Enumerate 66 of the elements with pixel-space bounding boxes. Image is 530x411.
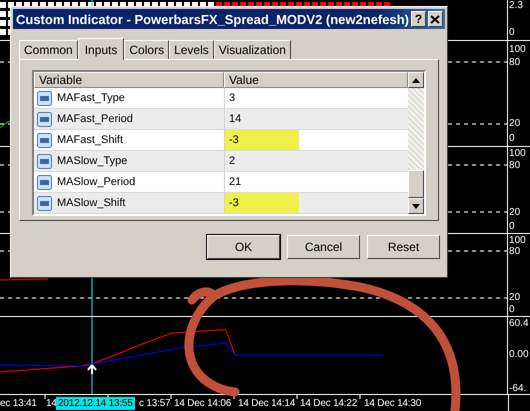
axis-label: 100 xyxy=(509,148,526,160)
parameter-name: MASlow_Type xyxy=(57,155,128,167)
axis-label: 0 xyxy=(509,221,515,233)
up-arrow-icon xyxy=(412,78,420,82)
time-label: ec 13:41 xyxy=(0,397,37,410)
time-label: 14 Dec 14:14 xyxy=(238,397,296,410)
time-label: 2012.12.14 13:55 xyxy=(56,397,135,410)
scroll-down-button[interactable] xyxy=(408,198,424,214)
axis-label: 2.3 xyxy=(509,0,523,12)
close-button[interactable] xyxy=(428,11,443,27)
axis-label: 20 xyxy=(509,118,520,130)
axis-label: 0 xyxy=(509,133,515,145)
close-icon xyxy=(430,14,440,24)
parameter-name: MAFast_Type xyxy=(57,92,125,104)
scrollbar[interactable] xyxy=(408,72,424,214)
axis-label: 0.00 xyxy=(509,349,529,361)
help-button[interactable]: ? xyxy=(410,11,426,27)
parameter-value[interactable]: 14 xyxy=(225,109,299,129)
column-header[interactable]: Variable xyxy=(34,72,224,88)
axis-label: -64. xyxy=(509,383,526,395)
number-icon xyxy=(37,132,52,148)
tab[interactable]: Colors xyxy=(124,40,170,59)
axis-label: 100 xyxy=(509,44,526,56)
axis-label: 60.4 xyxy=(509,318,529,330)
number-icon xyxy=(37,90,52,106)
indicator-line xyxy=(0,278,48,280)
parameter-value[interactable]: -3 xyxy=(225,130,299,150)
parameter-value[interactable]: 2 xyxy=(225,151,299,171)
down-arrow-icon xyxy=(412,204,420,208)
parameter-value[interactable]: 21 xyxy=(225,172,299,192)
number-icon xyxy=(37,112,52,126)
time-label: 14 Dec 14:06 xyxy=(174,397,232,410)
axis-label: 0 xyxy=(509,27,515,39)
axis-label: 80 xyxy=(509,160,520,172)
tab[interactable]: Visualization xyxy=(214,40,291,59)
tab[interactable]: Inputs xyxy=(78,38,124,60)
arrow-up-icon xyxy=(87,364,97,375)
scroll-thumb[interactable] xyxy=(408,170,424,198)
axis-label: 100 xyxy=(509,235,526,247)
number-icon xyxy=(37,174,52,190)
parameter-value[interactable]: 3 xyxy=(225,88,299,108)
scroll-up-button[interactable] xyxy=(408,72,424,88)
axis-label: 0 xyxy=(509,304,515,316)
parameter-name: MAFast_Period xyxy=(57,113,133,125)
parameter-name: MAFast_Shift xyxy=(57,134,124,146)
tab[interactable]: Common xyxy=(19,40,78,59)
parameter-value[interactable]: -3 xyxy=(225,193,299,213)
tab[interactable]: Levels xyxy=(169,40,214,59)
time-label: 14 Dec 14:22 xyxy=(300,397,358,410)
indicator-line xyxy=(0,120,10,128)
axis-label: 20 xyxy=(509,207,520,219)
axis-label: 80 xyxy=(509,57,520,69)
parameter-name: MASlow_Shift xyxy=(57,197,126,209)
column-header[interactable]: Value xyxy=(224,72,408,88)
axis-label: 20 xyxy=(509,292,520,304)
time-label: 14 xyxy=(46,397,57,410)
parameter-name: MASlow_Period xyxy=(57,176,136,188)
number-icon xyxy=(37,196,52,210)
dialog-button[interactable]: Cancel xyxy=(287,235,360,259)
number-icon xyxy=(37,154,52,168)
dialog-button[interactable]: Reset xyxy=(367,235,440,259)
window-title: Custom Indicator - PowerbarsFX_Spread_MODV2 (new2nefesh) xyxy=(16,12,409,26)
dialog-button[interactable]: OK xyxy=(207,235,280,259)
time-label: c 13:57 xyxy=(139,397,170,410)
time-label: 14 Dec 14:30 xyxy=(364,397,422,410)
axis-label: 80 xyxy=(509,246,520,258)
